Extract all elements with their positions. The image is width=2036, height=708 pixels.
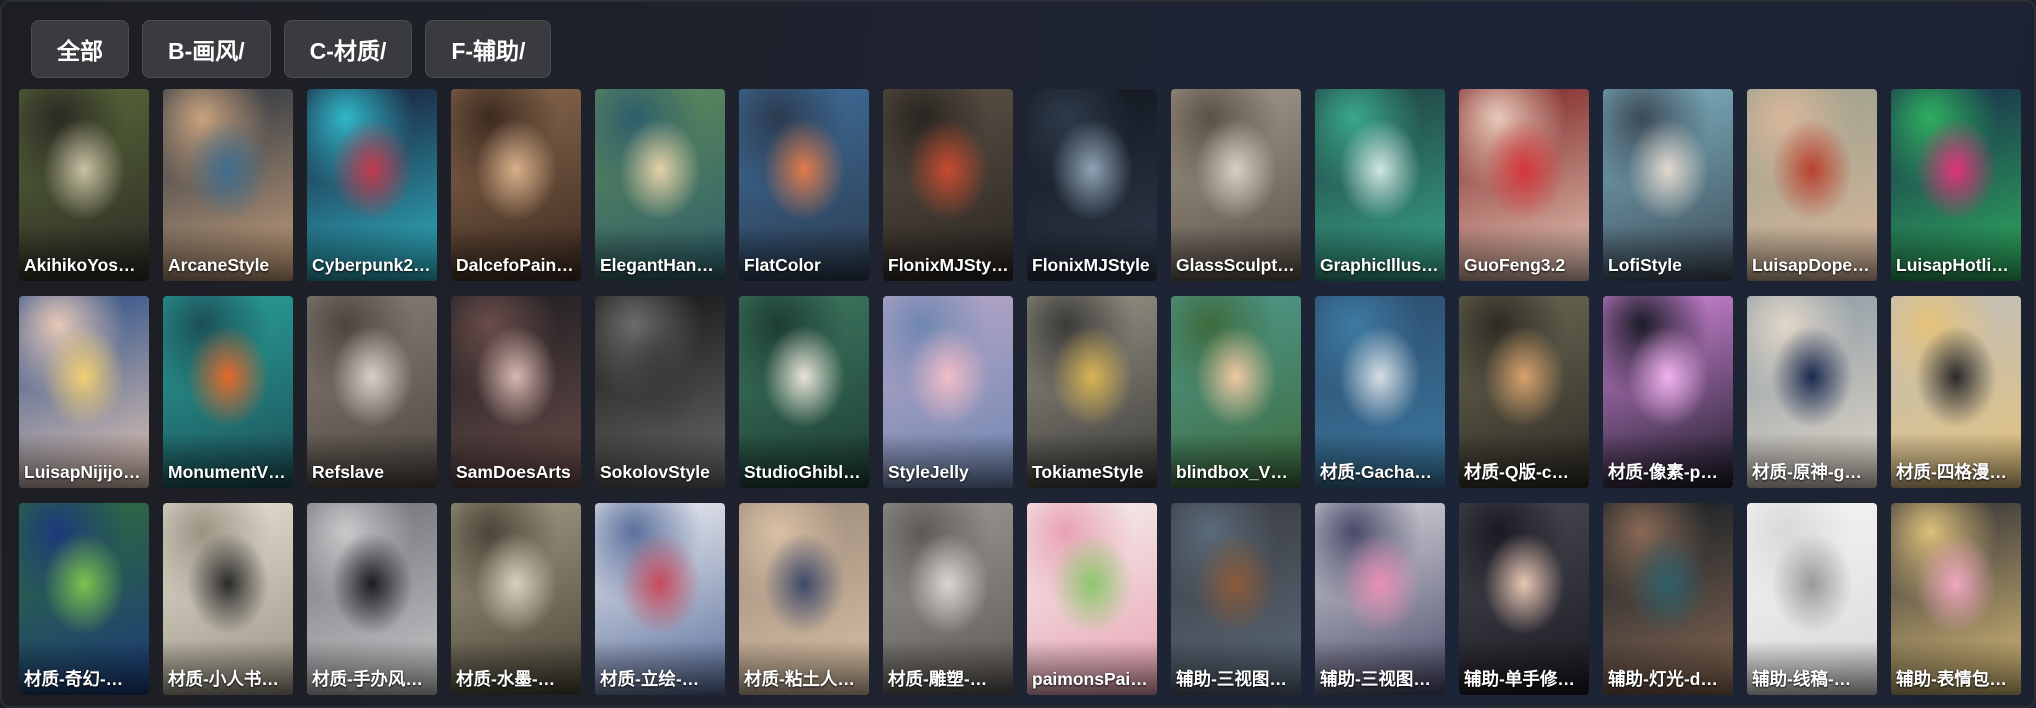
lora-card[interactable]: FlatColor bbox=[739, 89, 869, 281]
lora-card[interactable]: 辅助-线稿-… bbox=[1747, 503, 1877, 695]
card-label: MonumentV… bbox=[168, 462, 286, 482]
lora-card[interactable]: Cyberpunk2… bbox=[307, 89, 437, 281]
lora-card[interactable]: paimonsPai… bbox=[1027, 503, 1157, 695]
card-label: 材质-立绘-… bbox=[600, 669, 700, 689]
category-tabs: 全部 B-画风/ C-材质/ F-辅助/ bbox=[31, 20, 552, 78]
tab-auxiliary[interactable]: F-辅助/ bbox=[425, 20, 552, 78]
lora-card[interactable]: 辅助-三视图… bbox=[1315, 503, 1445, 695]
card-label: LuisapDope… bbox=[1752, 255, 1870, 275]
lora-card[interactable]: 材质-Gacha… bbox=[1315, 296, 1445, 488]
card-label: 辅助-单手修… bbox=[1464, 669, 1575, 689]
lora-card[interactable]: StudioGhibl… bbox=[739, 296, 869, 488]
lora-card[interactable]: 材质-小人书… bbox=[163, 503, 293, 695]
lora-card[interactable]: 材质-粘土人… bbox=[739, 503, 869, 695]
card-label: GlassSculpt… bbox=[1176, 255, 1295, 275]
card-label: 材质-Q版-c… bbox=[1464, 462, 1569, 482]
lora-card[interactable]: 材质-立绘-… bbox=[595, 503, 725, 695]
card-label: ArcaneStyle bbox=[168, 255, 270, 275]
card-label: 辅助-线稿-… bbox=[1752, 669, 1852, 689]
lora-card[interactable]: FlonixMJStyle bbox=[1027, 89, 1157, 281]
lora-card[interactable]: 材质-四格漫… bbox=[1891, 296, 2021, 488]
lora-card[interactable]: GraphicIllus… bbox=[1315, 89, 1445, 281]
card-label: 辅助-三视图… bbox=[1176, 669, 1287, 689]
card-label: FlonixMJSty… bbox=[888, 255, 1009, 275]
panel-frame: 全部 B-画风/ C-材质/ F-辅助/ AkihikoYosh… ArcaneS… bbox=[0, 0, 2036, 708]
lora-card[interactable]: ElegantHan… bbox=[595, 89, 725, 281]
lora-card[interactable]: 材质-原神-g… bbox=[1747, 296, 1877, 488]
lora-card[interactable]: 辅助-表情包… bbox=[1891, 503, 2021, 695]
lora-card[interactable]: 材质-像素-p… bbox=[1603, 296, 1733, 488]
card-label: Refslave bbox=[312, 462, 384, 482]
lora-card[interactable]: 辅助-单手修… bbox=[1459, 503, 1589, 695]
card-label: 材质-手办风… bbox=[312, 669, 423, 689]
lora-card[interactable]: LuisapNijijo… bbox=[19, 296, 149, 488]
card-label: 材质-雕塑-… bbox=[888, 669, 988, 689]
lora-card[interactable]: SamDoesArts bbox=[451, 296, 581, 488]
card-label: 材质-小人书… bbox=[168, 669, 279, 689]
lora-card[interactable]: GuoFeng3.2 bbox=[1459, 89, 1589, 281]
card-label: FlonixMJStyle bbox=[1032, 255, 1150, 275]
card-label: 材质-奇幻-… bbox=[24, 669, 124, 689]
tab-all[interactable]: 全部 bbox=[31, 20, 129, 78]
lora-card[interactable]: LofiStyle bbox=[1603, 89, 1733, 281]
card-label: 辅助-三视图… bbox=[1320, 669, 1431, 689]
card-label: 材质-水墨-… bbox=[456, 669, 556, 689]
card-label: Cyberpunk2… bbox=[312, 255, 431, 275]
lora-card[interactable]: LuisapDope… bbox=[1747, 89, 1877, 281]
card-label: LofiStyle bbox=[1608, 255, 1682, 275]
lora-card[interactable]: AkihikoYosh… bbox=[19, 89, 149, 281]
card-label: SamDoesArts bbox=[456, 462, 571, 482]
card-label: 材质-四格漫… bbox=[1896, 462, 2007, 482]
lora-card[interactable]: SokolovStyle bbox=[595, 296, 725, 488]
lora-card[interactable]: TokiameStyle bbox=[1027, 296, 1157, 488]
card-label: 材质-Gacha… bbox=[1320, 462, 1432, 482]
lora-card[interactable]: FlonixMJSty… bbox=[883, 89, 1013, 281]
card-label: LuisapNijijo… bbox=[24, 462, 141, 482]
card-label: GuoFeng3.2 bbox=[1464, 255, 1566, 275]
lora-card[interactable]: MonumentV… bbox=[163, 296, 293, 488]
lora-card[interactable]: blindbox_V1… bbox=[1171, 296, 1301, 488]
card-label: TokiameStyle bbox=[1032, 462, 1144, 482]
card-label: paimonsPai… bbox=[1032, 669, 1148, 689]
lora-card[interactable]: 辅助-三视图… bbox=[1171, 503, 1301, 695]
lora-card[interactable]: 辅助-灯光-d… bbox=[1603, 503, 1733, 695]
card-label: blindbox_V1… bbox=[1176, 462, 1297, 482]
card-label: GraphicIllus… bbox=[1320, 255, 1439, 275]
card-label: AkihikoYosh… bbox=[24, 255, 145, 275]
card-label: ElegantHan… bbox=[600, 255, 714, 275]
lora-card-grid: AkihikoYosh… ArcaneStyle Cyberpunk2… Dalcef… bbox=[19, 89, 2021, 695]
tab-material[interactable]: C-材质/ bbox=[283, 20, 413, 78]
tab-style[interactable]: B-画风/ bbox=[142, 20, 271, 78]
lora-card[interactable]: 材质-Q版-c… bbox=[1459, 296, 1589, 488]
lora-card[interactable]: StyleJelly bbox=[883, 296, 1013, 488]
card-label: 辅助-表情包… bbox=[1896, 669, 2007, 689]
lora-card[interactable]: 材质-奇幻-… bbox=[19, 503, 149, 695]
lora-card[interactable]: LuisapHotli… bbox=[1891, 89, 2021, 281]
lora-card[interactable]: 材质-雕塑-… bbox=[883, 503, 1013, 695]
card-label: 辅助-灯光-d… bbox=[1608, 669, 1718, 689]
lora-card[interactable]: 材质-手办风… bbox=[307, 503, 437, 695]
card-label: 材质-像素-p… bbox=[1608, 462, 1718, 482]
card-label: FlatColor bbox=[744, 255, 821, 275]
card-label: SokolovStyle bbox=[600, 462, 710, 482]
lora-card[interactable]: 材质-水墨-… bbox=[451, 503, 581, 695]
lora-card[interactable]: GlassSculpt… bbox=[1171, 89, 1301, 281]
card-label: DalcefoPain… bbox=[456, 255, 574, 275]
card-label: 材质-原神-g… bbox=[1752, 462, 1862, 482]
lora-card[interactable]: ArcaneStyle bbox=[163, 89, 293, 281]
card-label: LuisapHotli… bbox=[1896, 255, 2009, 275]
card-label: 材质-粘土人… bbox=[744, 669, 855, 689]
card-label: StyleJelly bbox=[888, 462, 969, 482]
card-label: StudioGhibl… bbox=[744, 462, 861, 482]
lora-card[interactable]: DalcefoPain… bbox=[451, 89, 581, 281]
lora-card[interactable]: Refslave bbox=[307, 296, 437, 488]
